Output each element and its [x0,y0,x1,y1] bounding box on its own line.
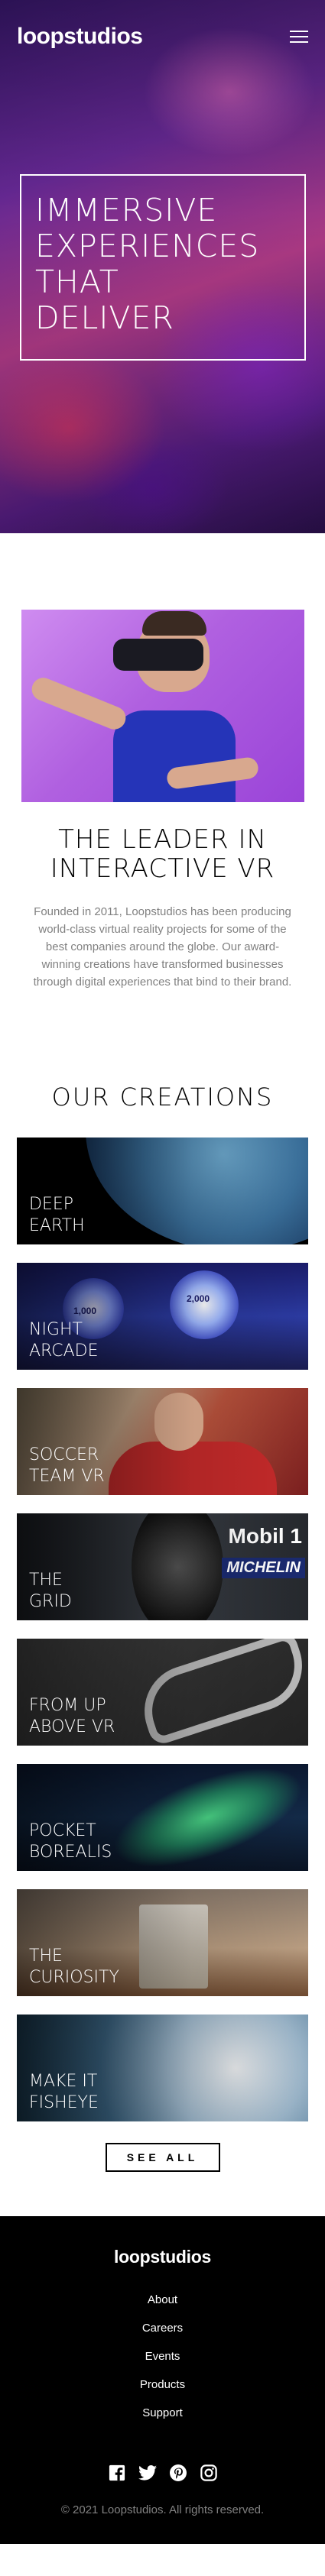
instagram-icon[interactable] [200,2464,218,2482]
rover-image [139,1904,208,1989]
see-all-button[interactable]: See all [105,2143,220,2172]
creation-label: The grid [29,1571,72,1611]
person-arm-left [28,674,129,733]
menu-icon-bar [290,36,308,37]
creation-card-pocket-borealis[interactable]: Pocket borealis [17,1764,308,1871]
intro-text: Founded in 2011, Loopstudios has been pr… [33,905,292,989]
pinterest-icon-glyph [169,2464,187,2481]
arcade-score-2: 2,000 [187,1293,210,1304]
instagram-icon-glyph [200,2464,217,2481]
soccer-player-face [154,1393,203,1451]
aurora-image [101,1764,308,1871]
intro-section: The leader in interactive VR Founded in … [0,533,325,991]
twitter-icon-glyph [138,2465,157,2481]
creation-label: Pocket borealis [29,1821,112,1862]
soccer-shirt [109,1442,277,1495]
creation-label: Make it fisheye [29,2072,99,2112]
person-hair [142,611,206,636]
creation-label: From up above VR [29,1696,115,1736]
vr-headset-image [21,610,304,802]
arcade-light [170,1270,239,1339]
earth-image [86,1138,308,1244]
facebook-icon-glyph [109,2464,125,2481]
brand-logo[interactable]: loopstudios [17,24,143,50]
menu-icon-bar [290,31,308,32]
tyre-image [132,1513,223,1620]
race-track-image [132,1639,308,1746]
footer-nav-careers[interactable]: Careers [0,2314,325,2342]
footer-nav-support[interactable]: Support [0,2399,325,2427]
creation-label: Deep earth [29,1195,85,1235]
creation-label: The curiosity [29,1947,119,1987]
creation-card-the-grid[interactable]: Mobil 1 MICHELIN The grid [17,1513,308,1620]
pinterest-icon[interactable] [169,2464,187,2482]
menu-icon[interactable] [290,31,308,43]
facebook-icon[interactable] [108,2464,126,2482]
michelin-logo: MICHELIN [222,1558,305,1578]
creation-label: Night arcade [29,1320,99,1361]
vr-headset [113,639,203,671]
hero-title: Immersive experiences that deliver [35,192,260,336]
creation-card-deep-earth[interactable]: Deep earth [17,1138,308,1244]
creation-card-make-it-fisheye[interactable]: Make it fisheye [17,2015,308,2121]
hero-section: loopstudios Immersive experiences that d… [0,0,325,533]
hero-title-box: Immersive experiences that deliver [20,174,306,361]
creations-section: Our creations Deep earth 1,000 2,000 Nig… [0,1083,325,2216]
intro-title: The leader in interactive VR [50,824,275,884]
menu-icon-bar [290,41,308,43]
footer-nav: About Careers Events Products Support [0,2286,325,2427]
twitter-icon[interactable] [138,2464,157,2482]
creation-card-from-up-above-vr[interactable]: From up above VR [17,1639,308,1746]
creation-card-the-curiosity[interactable]: The curiosity [17,1889,308,1996]
creation-label: Soccer team VR [29,1445,105,1486]
social-links [0,2464,325,2482]
creations-title: Our creations [51,1083,274,1112]
footer-nav-events[interactable]: Events [0,2342,325,2371]
site-header: loopstudios [0,0,325,73]
creation-card-night-arcade[interactable]: 1,000 2,000 Night arcade [17,1263,308,1370]
copyright-text: © 2021 Loopstudios. All rights reserved. [60,2503,265,2516]
mobil-logo: Mobil 1 [228,1524,302,1548]
creation-card-soccer-team-vr[interactable]: Soccer team VR [17,1388,308,1495]
footer-nav-about[interactable]: About [0,2286,325,2314]
arcade-score-1: 1,000 [73,1306,97,1316]
footer-logo[interactable]: loopstudios [0,2247,325,2267]
site-footer: loopstudios About Careers Events Product… [0,2216,325,2544]
footer-nav-products[interactable]: Products [0,2371,325,2399]
